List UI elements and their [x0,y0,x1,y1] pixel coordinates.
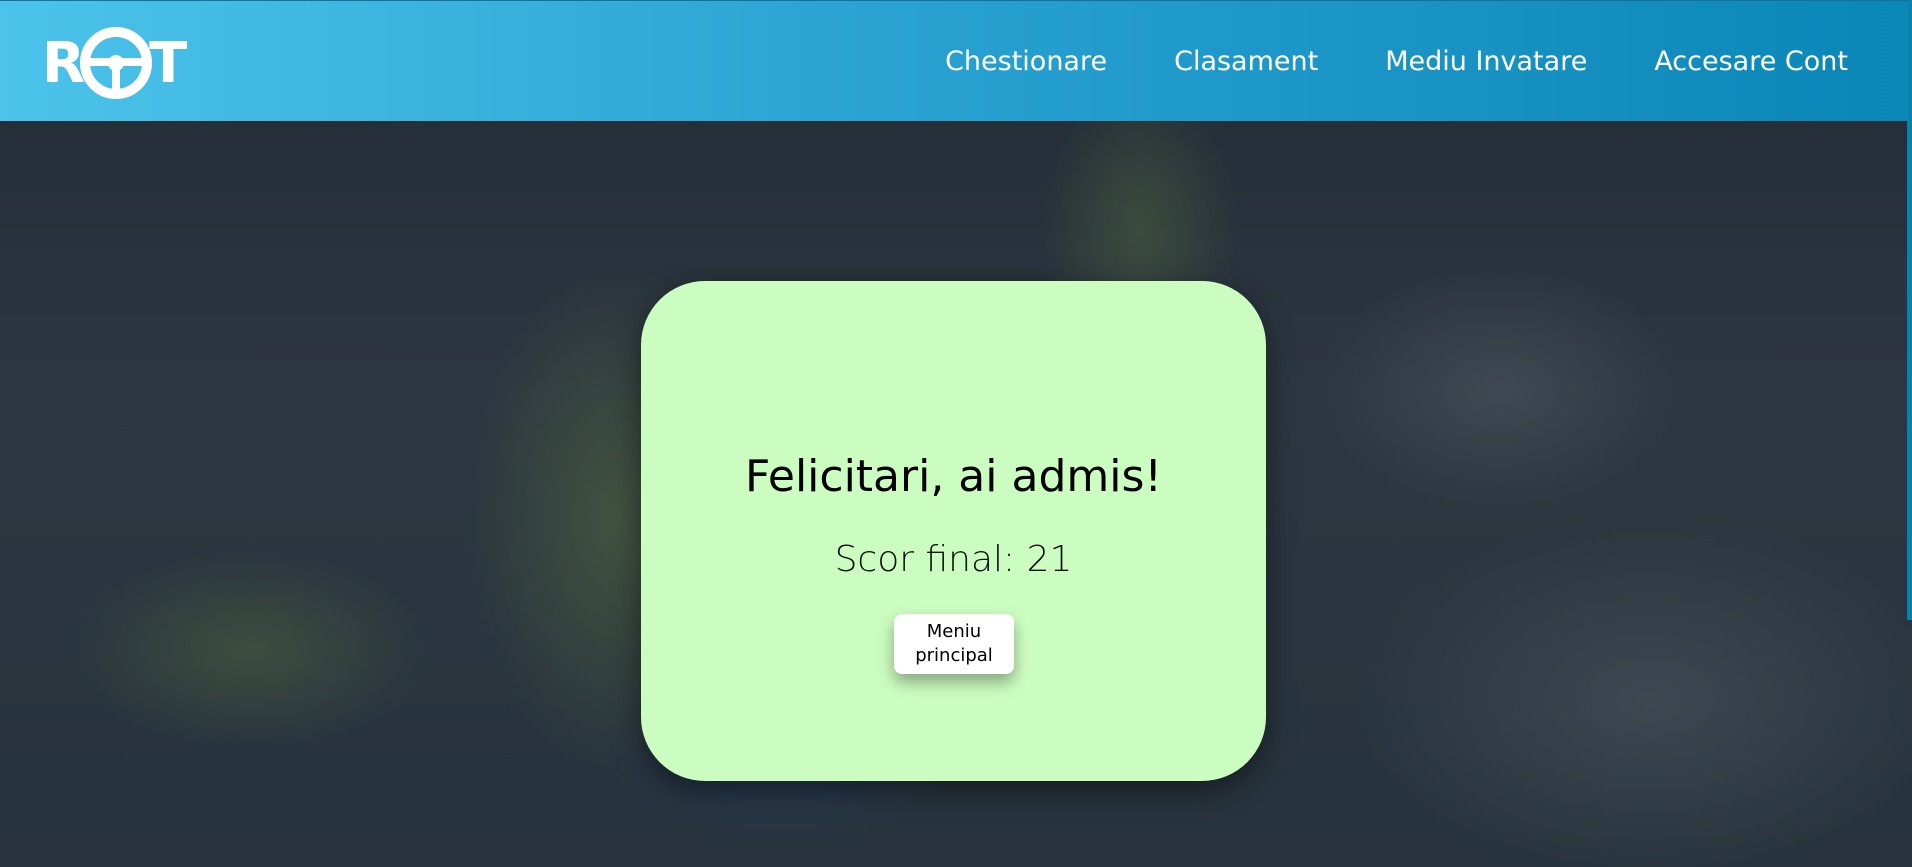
result-title: Felicitari, ai admis! [744,451,1163,502]
navbar: R T Chestionare Clasament Mediu Invatare… [0,0,1908,121]
nav-link-accesare-cont[interactable]: Accesare Cont [1654,46,1848,77]
final-score-value: 21 [1026,539,1073,580]
logo-letter-t: T [149,30,187,96]
nav-link-mediu-invatare[interactable]: Mediu Invatare [1385,46,1587,77]
result-card: Felicitari, ai admis! Scor final: 21 Men… [641,281,1266,781]
final-score-label: Scor final: [834,539,1027,580]
nav-link-clasament[interactable]: Clasament [1174,46,1318,77]
main-nav: Chestionare Clasament Mediu Invatare Acc… [945,1,1848,121]
final-score: Scor final: 21 [641,539,1266,580]
steering-wheel-icon [79,26,153,100]
nav-link-chestionare[interactable]: Chestionare [945,46,1107,77]
logo-letter-r: R [42,30,85,96]
page: R T Chestionare Clasament Mediu Invatare… [0,0,1912,867]
logo[interactable]: R T [42,25,187,101]
main-menu-button[interactable]: Meniu principal [894,614,1014,674]
